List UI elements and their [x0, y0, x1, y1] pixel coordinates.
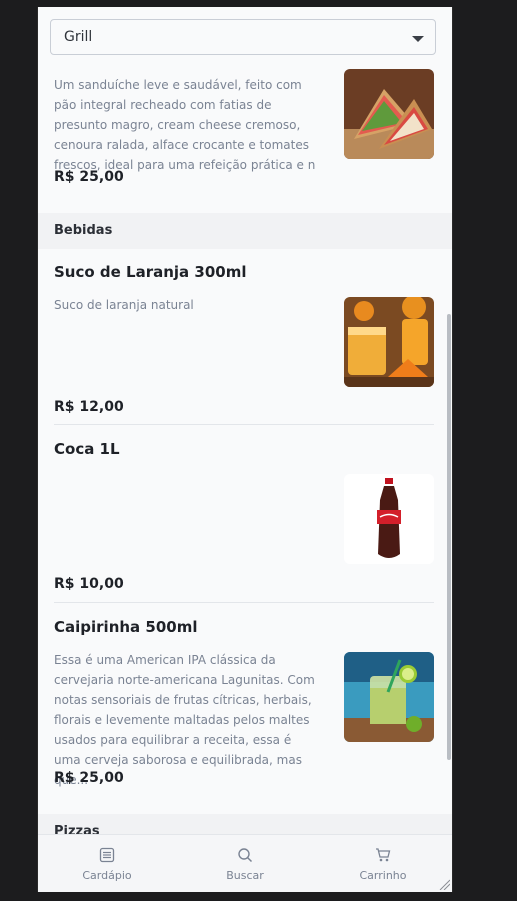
section-header-bebidas: Bebidas — [38, 213, 452, 249]
menu-scroll-area[interactable]: Um sanduíche leve e saudável, feito com … — [38, 67, 452, 834]
search-icon — [238, 848, 253, 863]
chevron-down-icon — [412, 36, 424, 42]
caipirinha-image — [344, 652, 434, 742]
item-description: Um sanduíche leve e saudável, feito com … — [54, 78, 316, 172]
sandwich-image — [344, 69, 434, 159]
item-price: R$ 25,00 — [54, 770, 124, 786]
coca-cola-image — [344, 474, 434, 564]
nav-buscar[interactable]: Buscar — [176, 835, 314, 892]
item-price: R$ 25,00 — [54, 169, 124, 185]
resize-handle-icon[interactable] — [438, 878, 450, 890]
category-select-value: Grill — [64, 29, 93, 45]
nav-carrinho[interactable]: Carrinho — [314, 835, 452, 892]
divider — [54, 602, 434, 603]
app-window: Grill Um sanduíche leve e saudável, feit… — [37, 7, 453, 892]
nav-label: Cardápio — [82, 869, 132, 882]
scrollbar[interactable] — [447, 314, 451, 760]
menu-item-sandwich[interactable]: Um sanduíche leve e saudável, feito com … — [54, 67, 434, 207]
menu-item-suco[interactable]: Suco de Laranja 300ml Suco de laranja na… — [54, 263, 434, 423]
section-header-pizzas: Pizzas — [38, 814, 452, 834]
section-label: Bebidas — [54, 223, 113, 238]
top-bar: Grill — [38, 7, 452, 67]
item-title: Suco de Laranja 300ml — [54, 263, 247, 281]
bottom-nav: Cardápio Buscar Carrinho — [38, 834, 452, 892]
item-description: Suco de laranja natural — [54, 298, 194, 312]
category-select[interactable]: Grill — [50, 19, 436, 55]
item-price: R$ 12,00 — [54, 399, 124, 415]
menu-item-coca[interactable]: Coca 1L R$ 10,00 — [54, 440, 434, 600]
menu-item-caipirinha[interactable]: Caipirinha 500ml Essa é uma American IPA… — [54, 618, 434, 798]
orange-juice-image — [344, 297, 434, 387]
item-description: Essa é uma American IPA clássica da cerv… — [54, 653, 315, 787]
section-label: Pizzas — [54, 824, 100, 834]
divider — [54, 424, 434, 425]
item-title: Caipirinha 500ml — [54, 618, 198, 636]
nav-label: Carrinho — [359, 869, 407, 882]
cart-icon — [376, 848, 391, 862]
nav-cardapio[interactable]: Cardápio — [38, 835, 176, 892]
menu-list-icon — [99, 847, 115, 863]
item-title: Coca 1L — [54, 440, 120, 458]
item-price: R$ 10,00 — [54, 576, 124, 592]
nav-label: Buscar — [226, 869, 264, 882]
